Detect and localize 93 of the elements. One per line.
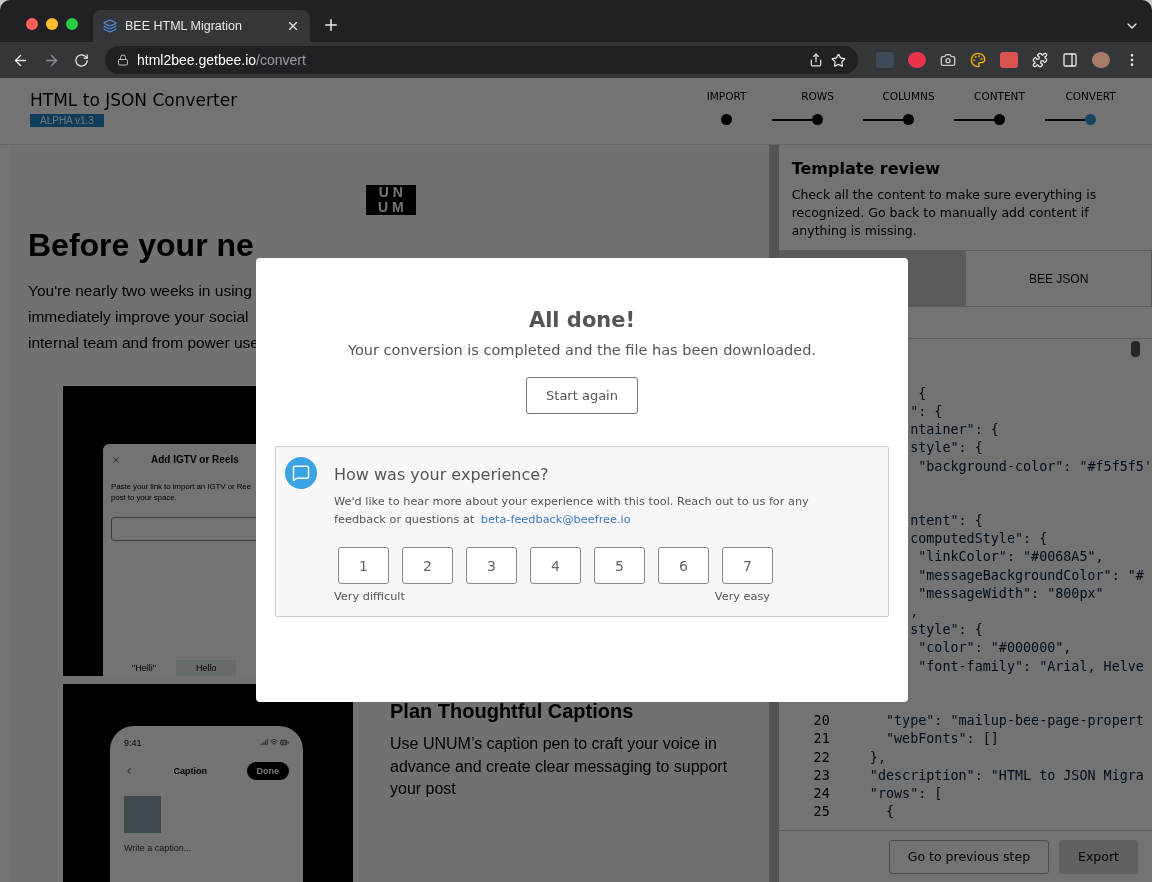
feature-text: Use UNUM’s caption pen to craft your voice in advance and create clear messaging to support your post [390, 734, 729, 799]
code-line: , [909, 604, 919, 620]
rating-button[interactable]: 4 [530, 547, 581, 584]
step-label: CONTENT [974, 90, 1025, 102]
close-icon [111, 454, 121, 465]
chat-bubble-icon [285, 457, 317, 489]
code-line: "webFonts": [] [884, 731, 999, 747]
reload-icon[interactable] [74, 52, 89, 68]
code-line: "color": "#000000", [917, 640, 1072, 656]
minimize-window-button[interactable] [46, 18, 58, 30]
app-title: HTML to JSON Converter [30, 90, 238, 110]
line-number: 25 [812, 804, 831, 820]
avatar[interactable] [1092, 52, 1110, 68]
share-icon [809, 53, 823, 67]
code-line: { [917, 385, 927, 401]
back-icon [124, 766, 134, 776]
code-line: "background-color": "#f5f5f5' [917, 458, 1152, 474]
panel-description: Check all the content to make sure everything is recognized. Go back to manually add content if anything is missing. [791, 186, 1098, 240]
wifi-icon [270, 738, 278, 748]
rating-button[interactable]: 2 [402, 547, 453, 584]
dialog-title: All done! [528, 308, 636, 332]
puzzle-icon[interactable] [1032, 52, 1048, 68]
phone-title: Caption [173, 766, 207, 776]
export-button[interactable]: Export [1059, 839, 1138, 874]
version-badge: ALPHA v1.3 [30, 114, 104, 127]
step-label: COLUMNS [882, 90, 935, 102]
email-text: You're nearly two weeks in using [28, 281, 252, 301]
scale-high-label: Very easy [714, 590, 770, 603]
code-line: "rows": [ [868, 785, 943, 801]
code-line: "messageWidth": "800px" [917, 585, 1104, 601]
close-window-button[interactable] [26, 18, 38, 30]
rating-button[interactable]: 6 [658, 547, 709, 584]
maximize-window-button[interactable] [66, 18, 78, 30]
rating-button[interactable]: 5 [594, 547, 645, 584]
code-line: ": { [909, 403, 943, 419]
step-label: CONVERT [1065, 90, 1116, 102]
email-text: immediately improve your social [28, 307, 249, 327]
signal-icon [260, 738, 268, 748]
phone-time: 9:41 [124, 738, 142, 748]
url-host: html2bee.getbee.io [137, 52, 257, 68]
line-number: 21 [812, 731, 831, 747]
line-number: 23 [812, 767, 831, 783]
address-bar[interactable]: html2bee.getbee.io/convert [105, 46, 858, 74]
camera-icon[interactable] [940, 52, 956, 68]
start-again-button[interactable]: Start again [526, 377, 638, 414]
star-icon [831, 52, 846, 68]
url-path: /convert [256, 52, 306, 68]
site-logo-icon [103, 19, 117, 33]
dialog-text: Paste your link to import an IGTV or Ree [111, 481, 252, 492]
code-line: style": { [909, 440, 983, 456]
sidebar-icon[interactable] [1062, 52, 1078, 68]
scrollbar-thumb[interactable] [1131, 341, 1140, 357]
extension-icon[interactable] [908, 52, 926, 68]
caption-field: Write a caption... [124, 841, 192, 855]
code-line: "linkColor": "#0068A5", [917, 549, 1104, 565]
code-line: ntent": { [909, 513, 983, 529]
code-line: "font-family": "Arial, Helve [917, 658, 1144, 674]
step-label: IMPORT [706, 90, 747, 102]
step-label: ROWS [801, 90, 834, 102]
code-line: ntainer": { [909, 422, 999, 438]
new-tab-icon[interactable] [322, 16, 340, 34]
view-tab[interactable]: BEE JSON [965, 250, 1152, 306]
rating-button[interactable]: 7 [722, 547, 773, 584]
dialog-message: Your conversion is completed and the file has been downloaded. [348, 342, 816, 358]
feedback-text: We'd like to hear more about your experience with this tool. Reach out to us for any feedback or questions at beta-feedback@beefree.io [334, 494, 810, 528]
dialog-text: post to your space. [111, 492, 177, 503]
previous-step-button[interactable]: Go to previous step [888, 839, 1050, 874]
code-line: computedStyle": { [909, 531, 1048, 547]
rating-button[interactable]: 1 [338, 547, 389, 584]
email-heading: Before your ne [28, 227, 255, 264]
code-line: style": { [909, 622, 983, 638]
battery-icon [280, 738, 289, 748]
feature-heading: Plan Thoughtful Captions [390, 700, 635, 723]
line-number: 24 [812, 785, 831, 801]
scale-low-label: Very difficult [334, 590, 405, 603]
rating-button[interactable]: 3 [466, 547, 517, 584]
email-link[interactable]: beta-feedback@beefree.io [480, 513, 631, 526]
close-icon [286, 19, 300, 33]
code-line: { [884, 804, 894, 820]
dialog-title: Add IGTV or Reels [151, 454, 239, 465]
code-line: "description": "HTML to JSON Migra [868, 767, 1144, 783]
line-number: 22 [812, 749, 831, 765]
photo-placeholder [124, 796, 161, 833]
code-line: "type": "mailup-bee-page-propert [884, 713, 1144, 729]
browser-tab[interactable]: BEE HTML Migration [93, 10, 310, 42]
line-number: 20 [812, 713, 831, 729]
panel-title: Template review [791, 159, 942, 178]
code-line: "messageBackgroundColor": "# [917, 567, 1144, 583]
palette-icon[interactable] [970, 52, 986, 68]
logo: UN UM [365, 185, 416, 215]
feedback-title: How was your experience? [334, 465, 550, 484]
lock-icon [117, 54, 129, 66]
code-line: }, [868, 749, 886, 765]
